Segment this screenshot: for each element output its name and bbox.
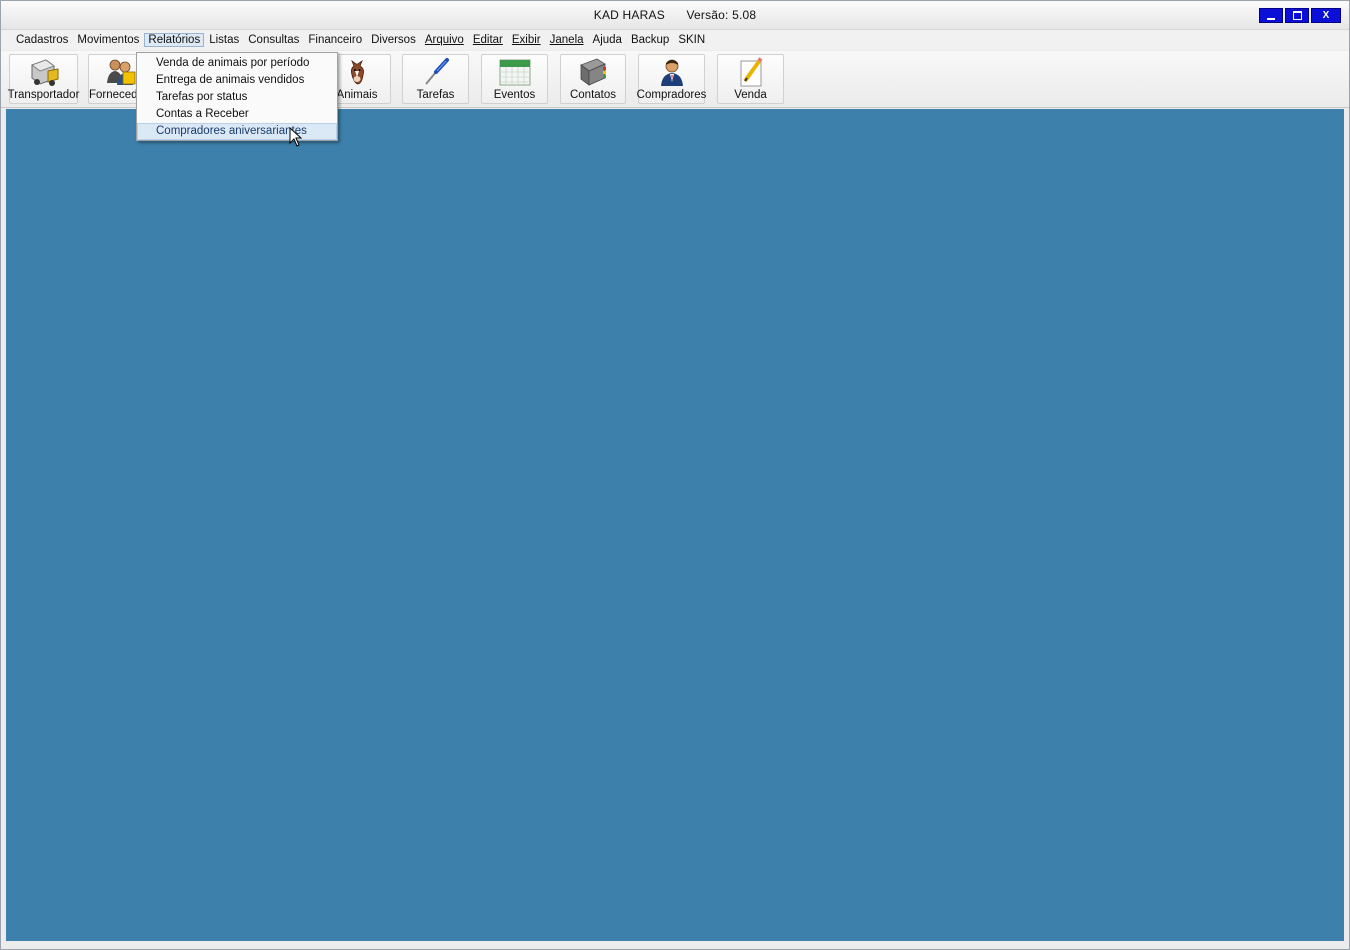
tarefas-label: Tarefas bbox=[416, 89, 455, 101]
menu-editar[interactable]: Editar bbox=[469, 33, 507, 47]
app-name: KAD HARAS bbox=[593, 8, 665, 22]
minimize-icon bbox=[1267, 17, 1275, 20]
horse-icon bbox=[341, 57, 373, 87]
window-title: KAD HARAS Versão: 5.08 bbox=[1, 8, 1349, 22]
menu-item-venda-animais-periodo[interactable]: Venda de animais por período bbox=[137, 55, 337, 72]
menu-ajuda[interactable]: Ajuda bbox=[589, 33, 626, 47]
transportador-button[interactable]: Transportador bbox=[7, 54, 80, 104]
menu-item-entrega-animais-vendidos[interactable]: Entrega de animais vendidos bbox=[137, 72, 337, 89]
tarefas-button[interactable]: Tarefas bbox=[402, 54, 469, 104]
menu-skin[interactable]: SKIN bbox=[674, 33, 709, 47]
screwdriver-icon bbox=[420, 57, 452, 87]
eventos-button[interactable]: Eventos bbox=[481, 54, 548, 104]
status-bar bbox=[1, 941, 1349, 949]
menu-listas[interactable]: Listas bbox=[205, 33, 243, 47]
venda-button[interactable]: Venda bbox=[717, 54, 784, 104]
close-button[interactable]: X bbox=[1311, 8, 1341, 23]
maximize-icon bbox=[1292, 11, 1302, 20]
relatorios-dropdown: Venda de animais por período Entrega de … bbox=[136, 52, 338, 141]
main-window: KAD HARAS Versão: 5.08 X Cadastros Movim… bbox=[0, 0, 1350, 950]
app-version: Versão: 5.08 bbox=[686, 8, 757, 22]
supplier-icon bbox=[105, 57, 137, 87]
truck-icon bbox=[28, 57, 60, 87]
menu-item-tarefas-por-status[interactable]: Tarefas por status bbox=[137, 89, 337, 106]
close-icon: X bbox=[1322, 9, 1330, 21]
compradores-button[interactable]: Compradores bbox=[636, 54, 707, 104]
menu-diversos[interactable]: Diversos bbox=[367, 33, 420, 47]
fornecedor-button[interactable]: Fornecedo bbox=[88, 54, 138, 104]
contatos-button[interactable]: Contatos bbox=[560, 54, 626, 104]
menu-financeiro[interactable]: Financeiro bbox=[304, 33, 366, 47]
contatos-label: Contatos bbox=[569, 89, 617, 101]
buyer-icon bbox=[656, 57, 688, 87]
pencil-paper-icon bbox=[735, 57, 767, 87]
menu-arquivo[interactable]: Arquivo bbox=[421, 33, 468, 47]
title-bar[interactable]: KAD HARAS Versão: 5.08 X bbox=[1, 1, 1349, 30]
menu-item-compradores-aniversariantes[interactable]: Compradores aniversariantes bbox=[137, 123, 337, 140]
compradores-label: Compradores bbox=[636, 89, 707, 101]
menu-bar: Cadastros Movimentos Relatórios Listas C… bbox=[1, 30, 1349, 50]
menu-exibir[interactable]: Exibir bbox=[508, 33, 545, 47]
menu-item-contas-a-receber[interactable]: Contas a Receber bbox=[137, 106, 337, 123]
menu-backup[interactable]: Backup bbox=[627, 33, 673, 47]
menu-movimentos[interactable]: Movimentos bbox=[73, 33, 143, 47]
mdi-client-area[interactable] bbox=[6, 109, 1344, 941]
minimize-button[interactable] bbox=[1259, 8, 1283, 23]
eventos-label: Eventos bbox=[493, 89, 536, 101]
menu-consultas[interactable]: Consultas bbox=[244, 33, 303, 47]
menu-janela[interactable]: Janela bbox=[546, 33, 588, 47]
menu-cadastros[interactable]: Cadastros bbox=[12, 33, 72, 47]
calendar-icon bbox=[499, 57, 531, 87]
address-book-icon bbox=[577, 57, 609, 87]
menu-relatorios[interactable]: Relatórios bbox=[144, 33, 205, 47]
transportador-label: Transportador bbox=[7, 89, 80, 101]
mouse-cursor-icon bbox=[289, 126, 303, 147]
venda-label: Venda bbox=[734, 89, 767, 101]
fornecedor-label: Fornecedo bbox=[89, 89, 138, 101]
maximize-button[interactable] bbox=[1285, 8, 1309, 23]
animais-label: Animais bbox=[336, 89, 378, 101]
